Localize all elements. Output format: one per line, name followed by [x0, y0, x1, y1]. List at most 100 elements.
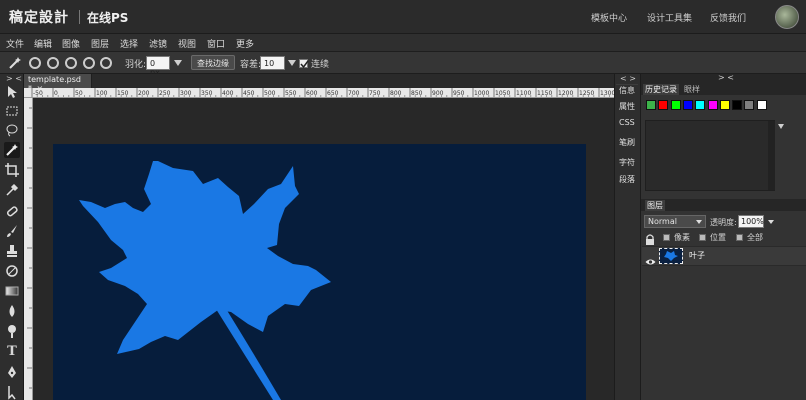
- ruler-tick-label: 1050: [495, 90, 510, 97]
- horizontal-ruler: -50 0 50 100 150 200 250 300 350 400 450 500 550 600 6…: [24, 88, 614, 98]
- add-selection-icon[interactable]: [47, 57, 59, 69]
- opacity-input[interactable]: 100%: [738, 215, 764, 228]
- ruler-tick-label: 400: [222, 90, 234, 97]
- ruler-tick-label: 1000: [474, 90, 489, 97]
- color-swatch[interactable]: [670, 100, 681, 110]
- color-swatch[interactable]: [682, 100, 693, 110]
- tab-swatches[interactable]: 眼样: [684, 84, 700, 95]
- document-tab[interactable]: template.psd * ×: [24, 74, 92, 93]
- layer-thumbnail[interactable]: [659, 248, 683, 264]
- tab-layers[interactable]: 图层: [645, 200, 665, 211]
- menu-select[interactable]: 选择: [120, 37, 138, 50]
- tolerance-input[interactable]: 10: [260, 56, 285, 70]
- template-center-link[interactable]: 模板中心: [591, 11, 627, 24]
- history-scrollbar[interactable]: [768, 121, 775, 190]
- intersect-selection-icon[interactable]: [83, 57, 95, 69]
- healing-brush-tool-icon[interactable]: [4, 203, 20, 219]
- color-swatch[interactable]: [695, 100, 706, 110]
- design-tools-link[interactable]: 设计工具集: [647, 11, 692, 24]
- tab-history[interactable]: 历史记录: [643, 84, 679, 95]
- color-swatch[interactable]: [744, 100, 755, 110]
- ruler-tick-label: 1100: [516, 90, 531, 97]
- path-select-tool-icon[interactable]: [4, 384, 20, 400]
- right-collapse-icon[interactable]: > <: [718, 73, 734, 82]
- horizontal-ruler-ticks: -50 0 50 100 150 200 250 300 350 400 450 500 550 600 6…: [31, 88, 614, 97]
- feather-input[interactable]: 0 px: [146, 56, 170, 77]
- menu-layer[interactable]: 图层: [91, 37, 109, 50]
- ruler-tick-label: 800: [390, 90, 402, 97]
- layer-name[interactable]: 叶子: [689, 250, 705, 261]
- menu-edit[interactable]: 编辑: [34, 37, 52, 50]
- lock-all-checkbox[interactable]: [736, 234, 743, 241]
- lasso-tool-icon[interactable]: [4, 122, 20, 138]
- menu-filter[interactable]: 滤镜: [149, 37, 167, 50]
- magic-wand-icon[interactable]: [8, 55, 22, 69]
- lock-icon: [645, 231, 655, 245]
- blend-mode-select[interactable]: Normal: [644, 215, 706, 228]
- text-tool-icon[interactable]: T: [4, 344, 20, 360]
- dodge-tool-icon[interactable]: [4, 323, 20, 339]
- feather-dropdown-icon[interactable]: [174, 60, 182, 66]
- crop-tool-icon[interactable]: [4, 162, 20, 178]
- menu-view[interactable]: 视图: [178, 37, 196, 50]
- blur-tool-icon[interactable]: [4, 303, 20, 319]
- brush-tool-icon[interactable]: [4, 223, 20, 239]
- css-panel-button[interactable]: CSS: [619, 118, 635, 127]
- ruler-tick-label: 900: [432, 90, 444, 97]
- lock-pixels-checkbox[interactable]: [663, 234, 670, 241]
- user-avatar[interactable]: [775, 5, 799, 29]
- tolerance-dropdown-icon[interactable]: [288, 60, 296, 66]
- opacity-dropdown-icon[interactable]: [768, 220, 774, 224]
- paragraph-panel-button[interactable]: 段落: [619, 174, 635, 185]
- marquee-tool-icon[interactable]: [4, 103, 20, 119]
- menu-image[interactable]: 图像: [62, 37, 80, 50]
- document-canvas[interactable]: [53, 144, 586, 400]
- lock-position-checkbox[interactable]: [699, 234, 706, 241]
- lock-all-label: 全部: [747, 233, 763, 242]
- brush-panel-button[interactable]: 笔刷: [619, 137, 635, 148]
- mid-collapse-icon[interactable]: < >: [620, 74, 636, 83]
- color-swatch[interactable]: [719, 100, 730, 110]
- contiguous-checkbox[interactable]: [299, 59, 309, 69]
- menu-file[interactable]: 文件: [6, 37, 24, 50]
- opacity-label: 透明度:: [710, 218, 737, 227]
- color-swatch[interactable]: [658, 100, 669, 110]
- stamp-tool-icon[interactable]: [4, 243, 20, 259]
- ruler-tick-label: 150: [117, 90, 129, 97]
- color-swatch[interactable]: [707, 100, 718, 110]
- menu-more[interactable]: 更多: [236, 37, 254, 50]
- toolbar-collapse-icon[interactable]: > <: [6, 74, 22, 83]
- eraser-tool-icon[interactable]: [4, 263, 20, 279]
- gradient-tool-icon[interactable]: [4, 283, 20, 299]
- refine-edge-button[interactable]: 查找边缘: [191, 55, 235, 70]
- menu-window[interactable]: 窗口: [207, 37, 225, 50]
- history-list[interactable]: [645, 120, 775, 191]
- ruler-tick-label: 300: [180, 90, 192, 97]
- color-swatch[interactable]: [646, 100, 656, 110]
- product-name: 在线PS: [87, 11, 129, 25]
- ruler-tick-label: 350: [201, 90, 213, 97]
- tolerance-label: 容差:: [240, 60, 262, 70]
- new-selection-icon[interactable]: [29, 57, 41, 69]
- ruler-tick-label: 1150: [537, 90, 552, 97]
- color-swatch[interactable]: [732, 100, 743, 110]
- feedback-link[interactable]: 反馈我们: [710, 11, 746, 24]
- lock-position-label: 位置: [710, 233, 726, 242]
- history-menu-icon[interactable]: [778, 124, 784, 129]
- ruler-tick-label: 700: [348, 90, 360, 97]
- eyedropper-tool-icon[interactable]: [4, 182, 20, 198]
- character-panel-button[interactable]: 字符: [619, 157, 635, 168]
- subtract-selection-icon[interactable]: [65, 57, 77, 69]
- exclude-selection-icon[interactable]: [100, 57, 112, 69]
- move-tool-icon[interactable]: [4, 84, 20, 100]
- magic-wand-tool-icon[interactable]: [4, 142, 20, 158]
- ruler-tick-label: 250: [159, 90, 171, 97]
- maple-leaf-shape[interactable]: [53, 144, 586, 400]
- pen-tool-icon[interactable]: [4, 364, 20, 380]
- info-panel-button[interactable]: 信息: [619, 85, 635, 96]
- ruler-tick-label: 1200: [558, 90, 573, 97]
- visibility-eye-icon[interactable]: [645, 251, 656, 265]
- properties-panel-button[interactable]: 属性: [619, 101, 635, 112]
- brand-logo[interactable]: 稿定設計: [9, 7, 69, 27]
- color-swatch[interactable]: [756, 100, 767, 110]
